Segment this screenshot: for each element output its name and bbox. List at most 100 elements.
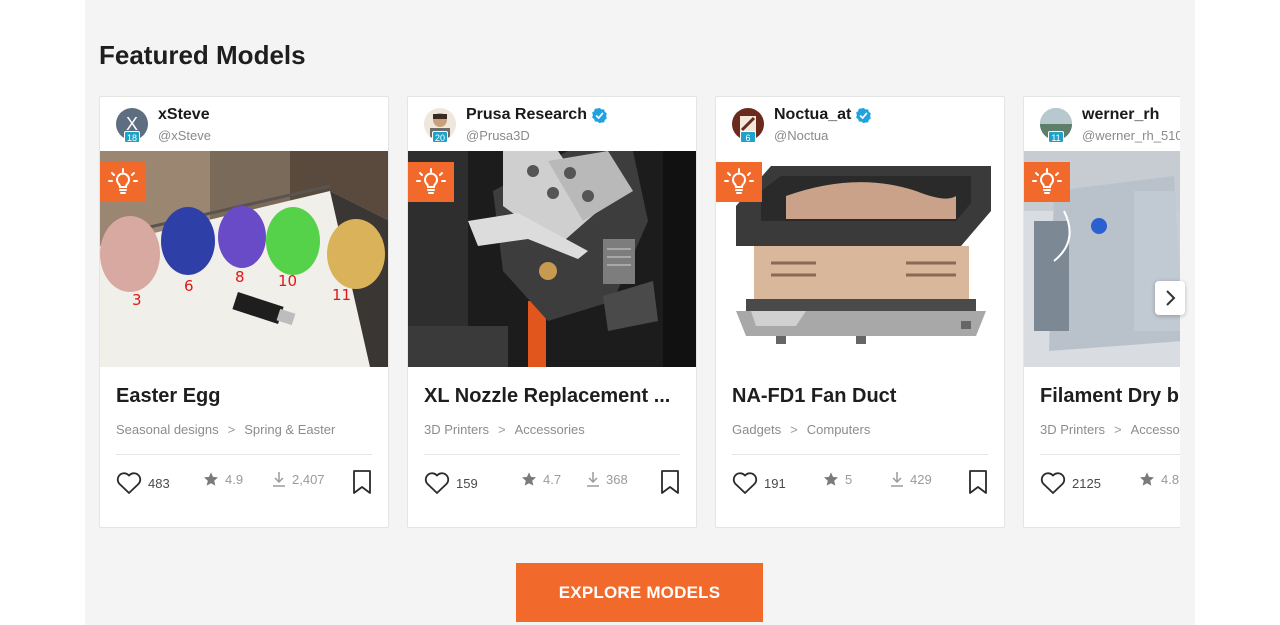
downloads: 368 [586,471,628,487]
breadcrumb: Seasonal designs > Spring & Easter [116,422,335,437]
divider [732,454,988,455]
card-author[interactable]: 20 Prusa Research @Prusa3D [408,97,696,151]
card-stats: 2125 4.8 [1040,467,1180,499]
level-badge: 6 [740,131,756,143]
heart-icon [1040,472,1066,494]
like-button[interactable]: 483 [116,471,170,495]
rating: 5 [823,471,852,487]
model-image[interactable] [408,151,696,367]
author-name[interactable]: xSteve [158,106,210,124]
model-card[interactable]: X 18 xSteve @xSteve 3 6 8 10 11 Easter E… [99,96,389,528]
verified-check-icon [856,107,872,123]
card-author[interactable]: X 18 xSteve @xSteve [100,97,388,151]
bookmark-icon [353,470,371,494]
bookmark-button[interactable] [968,469,988,500]
model-title[interactable]: Filament Dry b [1040,385,1180,408]
like-count: 2125 [1072,475,1101,491]
breadcrumb-subcategory[interactable]: Accessories [515,422,585,437]
breadcrumb-subcategory[interactable]: Spring & Easter [244,422,335,437]
model-image[interactable] [1024,151,1180,367]
heart-icon [732,472,758,494]
level-badge: 20 [432,131,449,143]
explore-models-button[interactable]: EXPLORE MODELS [516,563,763,622]
like-button[interactable]: 2125 [1040,471,1101,495]
model-card[interactable]: 6 Noctua_at @Noctua NA-FD1 Fan Duct Gadg… [715,96,1005,528]
rating-value: 4.7 [543,471,562,487]
bookmark-icon [969,470,987,494]
heart-icon [116,472,142,494]
model-title[interactable]: NA-FD1 Fan Duct [732,385,994,408]
carousel-next-button[interactable] [1155,281,1185,315]
egg-label: 6 [184,277,194,295]
egg-label: 8 [235,268,245,286]
breadcrumb-separator: > [227,422,236,437]
lightbulb-icon [716,162,762,202]
card-author[interactable]: 11 werner_rh @werner_rh_5102 [1024,97,1180,151]
chevron-right-icon [1166,290,1176,306]
model-title[interactable]: XL Nozzle Replacement ... [424,385,686,408]
card-author[interactable]: 6 Noctua_at @Noctua [716,97,1004,151]
heart-icon [424,472,450,494]
downloads: 429 [890,471,932,487]
like-button[interactable]: 191 [732,471,786,495]
model-title[interactable]: Easter Egg [116,385,378,408]
download-icon [891,472,903,487]
section-title: Featured Models [99,40,306,70]
download-icon [273,472,285,487]
egg-label: 10 [278,272,297,290]
author-handle: @Prusa3D [466,128,530,143]
star-icon [1140,472,1154,486]
download-count: 2,407 [292,471,325,487]
author-handle: @Noctua [774,128,829,143]
download-count: 368 [606,471,628,487]
bookmark-icon [661,470,679,494]
egg-label: 11 [332,286,351,304]
author-name[interactable]: Noctua_at [774,106,872,124]
breadcrumb-subcategory[interactable]: Computers [807,422,871,437]
author-handle: @werner_rh_5102 [1082,128,1180,143]
rating-value: 5 [845,471,853,487]
breadcrumb-category[interactable]: Gadgets [732,422,781,437]
level-badge: 11 [1048,131,1064,143]
breadcrumb-subcategory[interactable]: Accesso [1131,422,1180,437]
egg-label: 3 [132,291,142,309]
card-stats: 191 5 429 [732,467,988,499]
author-name[interactable]: Prusa Research [466,106,608,124]
divider [424,454,680,455]
card-stats: 159 4.7 368 [424,467,680,499]
model-image[interactable]: 3 6 8 10 11 [100,151,388,367]
verified-check-icon [592,107,607,123]
author-handle: @xSteve [158,128,211,143]
breadcrumb-separator: > [790,422,798,437]
breadcrumb-category[interactable]: 3D Printers [1040,422,1105,437]
breadcrumb: 3D Printers > Accesso [1040,422,1180,437]
model-card[interactable]: 20 Prusa Research @Prusa3D XL Nozzle Rep… [407,96,697,528]
author-name[interactable]: werner_rh [1082,106,1159,124]
rating: 4.9 [203,471,243,487]
author-name-text: Prusa Research [466,106,587,123]
divider [116,454,372,455]
model-image[interactable] [716,151,1004,367]
rating-value: 4.9 [225,471,244,487]
like-button[interactable]: 159 [424,471,478,495]
rating-value: 4.8 [1161,471,1180,487]
lightbulb-icon [408,162,454,202]
bookmark-button[interactable] [352,469,372,500]
bookmark-button[interactable] [660,469,680,500]
featured-models-carousel: X 18 xSteve @xSteve 3 6 8 10 11 Easter E… [99,96,1180,528]
download-count: 429 [910,471,932,487]
breadcrumb-separator: > [498,422,506,437]
lightbulb-icon [100,162,146,202]
breadcrumb: 3D Printers > Accessories [424,422,585,437]
level-badge: 18 [124,131,141,143]
breadcrumb-category[interactable]: Seasonal designs [116,422,219,437]
card-stats: 483 4.9 2,407 [116,467,372,499]
breadcrumb-category[interactable]: 3D Printers [424,422,489,437]
breadcrumb: Gadgets > Computers [732,422,870,437]
star-icon [522,472,536,486]
author-name-text: werner_rh [1082,106,1160,123]
author-name-text: xSteve [158,106,210,123]
lightbulb-icon [1024,162,1070,202]
like-count: 159 [456,475,478,491]
rating: 4.7 [521,471,561,487]
